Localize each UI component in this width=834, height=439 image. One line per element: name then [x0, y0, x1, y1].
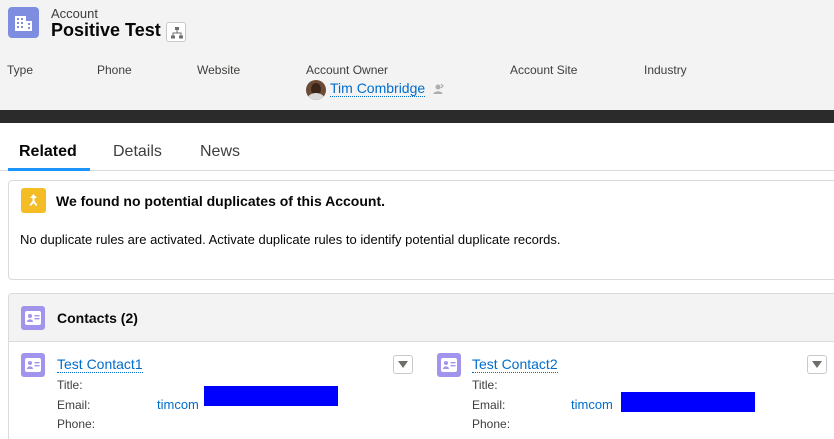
record-header: Account Positive Test Type Phone Website…	[0, 0, 834, 110]
duplicates-title: We found no potential duplicates of this…	[56, 193, 385, 209]
contact-email-link[interactable]: timcom	[571, 397, 613, 412]
change-owner-icon[interactable]	[432, 83, 444, 95]
avatar	[306, 80, 326, 100]
field-label-website: Website	[197, 63, 241, 77]
account-building-icon	[8, 7, 39, 38]
duplicates-card: We found no potential duplicates of this…	[8, 180, 834, 280]
chevron-down-icon	[812, 361, 822, 368]
contact-name-link[interactable]: Test Contact1	[57, 356, 143, 373]
chevron-down-icon	[398, 361, 408, 368]
account-owner-link[interactable]: Tim Combridge	[330, 80, 426, 97]
tab-news[interactable]: News	[200, 143, 240, 161]
contact-actions-button[interactable]	[393, 355, 413, 374]
contact-card-icon	[21, 353, 45, 377]
contact-name-link[interactable]: Test Contact2	[472, 356, 558, 373]
contact-email-link[interactable]: timcom	[157, 397, 199, 412]
page-title: Positive Test	[51, 20, 161, 40]
contact-title-label: Title:	[472, 378, 498, 392]
redaction-box	[204, 386, 338, 406]
tab-details[interactable]: Details	[113, 143, 162, 161]
tab-related[interactable]: Related	[19, 143, 77, 161]
duplicate-merge-icon	[21, 188, 46, 213]
contacts-related-list: Contacts (2) Test Contact1 Title: Email:…	[8, 293, 834, 439]
contact-email-label: Email:	[472, 398, 506, 412]
contact-title-label: Title:	[57, 378, 83, 392]
contact-email-label: Email:	[57, 398, 91, 412]
duplicates-message: No duplicate rules are activated. Activa…	[20, 232, 561, 247]
field-label-account-owner: Account Owner	[306, 63, 389, 77]
contact-phone-label: Phone:	[57, 417, 96, 431]
header-divider	[0, 110, 834, 123]
contact-card-icon	[21, 306, 45, 330]
redaction-box	[621, 392, 755, 412]
field-label-phone: Phone	[97, 63, 132, 77]
contact-phone-label: Phone:	[472, 417, 511, 431]
field-label-account-site: Account Site	[510, 63, 578, 77]
field-label-industry: Industry	[644, 63, 687, 77]
view-hierarchy-button[interactable]	[166, 22, 186, 42]
object-type-label: Account	[51, 6, 98, 21]
contact-card-icon	[437, 353, 461, 377]
active-tab-indicator	[8, 168, 90, 171]
contacts-header: Contacts (2)	[9, 294, 834, 342]
hierarchy-icon	[171, 27, 183, 39]
field-label-type: Type	[7, 63, 34, 77]
record-tabs: Related Details News	[0, 123, 834, 171]
contacts-title: Contacts (2)	[57, 310, 138, 326]
contact-actions-button[interactable]	[807, 355, 827, 374]
